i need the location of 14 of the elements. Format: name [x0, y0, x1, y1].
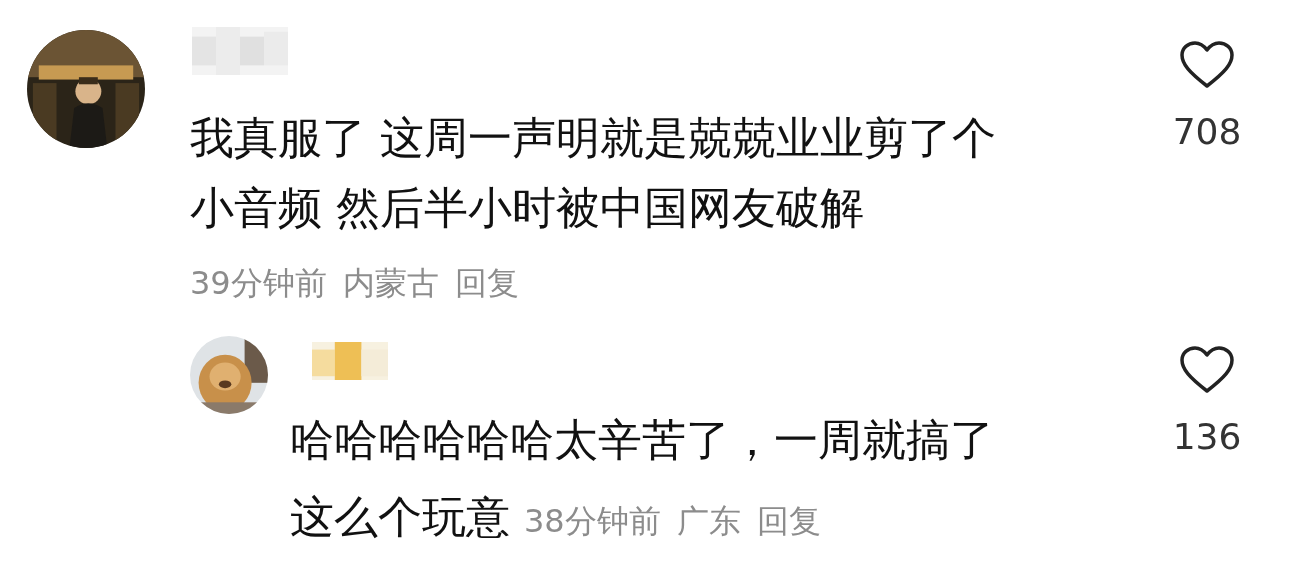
reply-link[interactable]: 回复 [454, 263, 519, 303]
comment-text: 这么个玩意 [290, 491, 510, 542]
location: 内蒙古 [342, 263, 439, 303]
heart-icon[interactable] [1179, 40, 1235, 90]
reply-link[interactable]: 回复 [756, 483, 821, 560]
comment-text: 小音频 然后半小时被中国网友破解 [190, 182, 864, 233]
timestamp: 38分钟前 [524, 501, 661, 542]
timestamp: 39分钟前 [190, 263, 327, 303]
heart-icon[interactable] [1179, 345, 1235, 395]
like-count: 708 [1172, 112, 1242, 152]
like-count: 136 [1172, 417, 1242, 457]
location: 广东 [676, 501, 741, 542]
comment-text: 我真服了 这周一声明就是兢兢业业剪了个 [190, 112, 996, 163]
comment-text: 哈哈哈哈哈哈太辛苦了，一周就搞了 [290, 414, 994, 465]
